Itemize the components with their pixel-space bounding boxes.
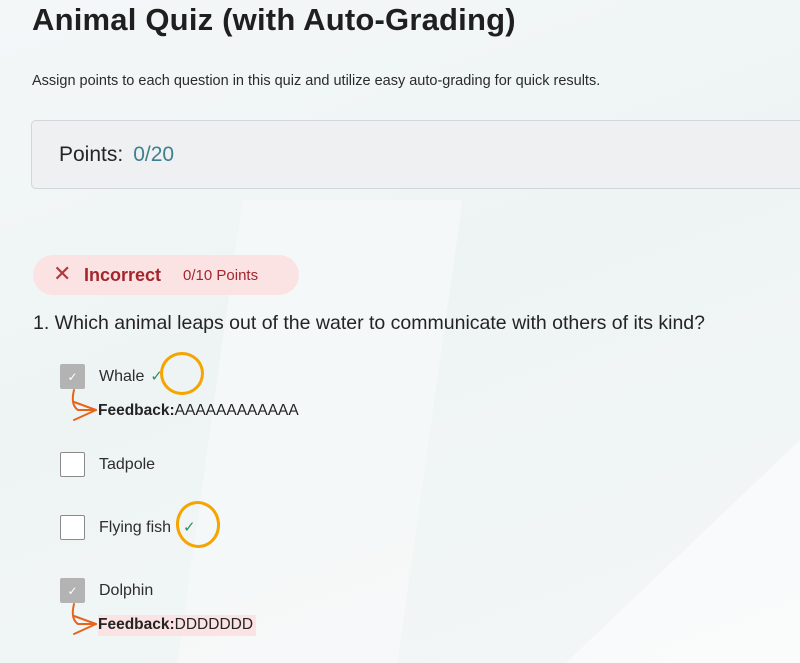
question-text: 1. Which animal leaps out of the water t… bbox=[33, 312, 705, 334]
page-subtitle: Assign points to each question in this q… bbox=[32, 73, 601, 89]
result-points: 0/10 Points bbox=[183, 266, 259, 284]
feedback-text: DDDDDDD bbox=[174, 616, 254, 633]
page-title: Animal Quiz (with Auto-Grading) bbox=[32, 2, 516, 37]
feedback-dolphin: Feedback:DDDDDDD bbox=[98, 615, 257, 636]
option-label: Flying fish bbox=[99, 518, 172, 536]
checkbox-unchecked[interactable] bbox=[60, 452, 85, 477]
annotation-arrow-icon bbox=[71, 603, 97, 635]
annotation-circle bbox=[160, 352, 204, 395]
checkbox-unchecked[interactable] bbox=[60, 515, 85, 540]
checkbox-checked[interactable]: ✓ bbox=[60, 578, 85, 603]
annotation-arrow-icon bbox=[71, 389, 97, 421]
option-tadpole[interactable]: Tadpole bbox=[60, 452, 155, 477]
close-icon: ✕ bbox=[53, 261, 72, 286]
points-label: Points: bbox=[59, 142, 124, 166]
option-whale[interactable]: ✓ Whale ✓ bbox=[60, 364, 163, 389]
points-value: 0/20 bbox=[133, 142, 175, 166]
feedback-label: Feedback: bbox=[98, 402, 175, 419]
points-panel: Points: 0/20 bbox=[31, 120, 800, 189]
option-label: Tadpole bbox=[99, 455, 156, 473]
feedback-text: AAAAAAAAAAAA bbox=[174, 402, 299, 419]
result-badge: ✕ Incorrect 0/10 Points bbox=[33, 255, 299, 295]
option-label: Whale bbox=[99, 367, 145, 385]
checkbox-checked[interactable]: ✓ bbox=[60, 364, 85, 389]
feedback-whale: Feedback:AAAAAAAAAAAA bbox=[98, 401, 302, 422]
result-status: Incorrect bbox=[84, 264, 162, 285]
option-label: Dolphin bbox=[99, 581, 154, 599]
feedback-label: Feedback: bbox=[98, 616, 175, 633]
option-dolphin[interactable]: ✓ Dolphin bbox=[60, 578, 153, 603]
background-shape bbox=[548, 440, 800, 663]
